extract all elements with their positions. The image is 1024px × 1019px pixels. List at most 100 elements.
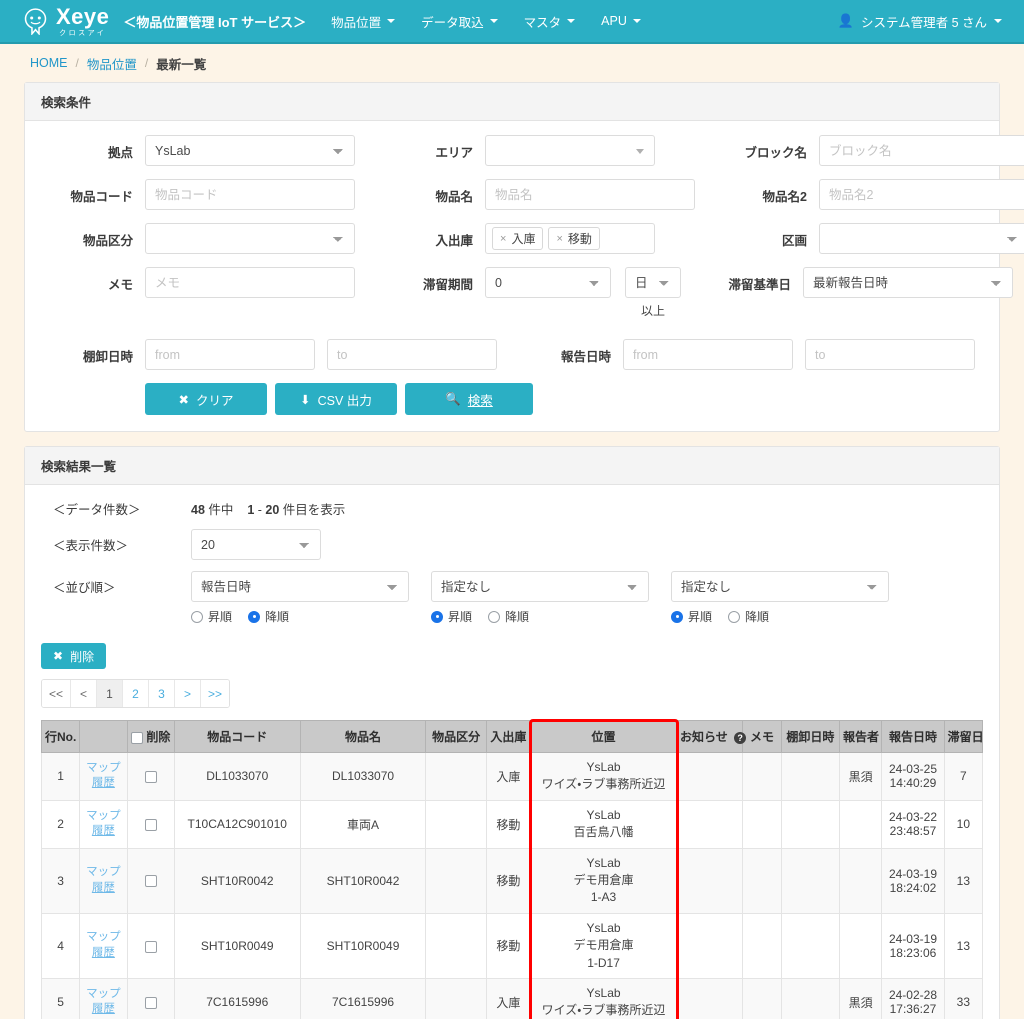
history-link[interactable]: 履歴 bbox=[84, 881, 122, 897]
history-link[interactable]: 履歴 bbox=[84, 824, 122, 840]
tairyu-note: 以上 bbox=[625, 302, 681, 319]
sort-group-3: 指定なし 昇順 降順 bbox=[671, 571, 889, 625]
download-icon: ⬇ bbox=[300, 392, 310, 407]
cell-actions: マップ 履歴 bbox=[80, 848, 127, 913]
field-code: 物品コード bbox=[41, 179, 355, 210]
tairyu-value-select[interactable]: 0 bbox=[485, 267, 611, 298]
kukaku-select[interactable] bbox=[819, 223, 1024, 254]
kubun-label: 物品区分 bbox=[41, 223, 133, 249]
user-menu[interactable]: 👤 システム管理者 5 さん bbox=[832, 6, 1008, 37]
map-link[interactable]: マップ bbox=[84, 865, 122, 881]
houkoku-to-input[interactable] bbox=[805, 339, 975, 370]
cell-report-date: 24-03-19 18:24:02 bbox=[882, 848, 944, 913]
row-checkbox[interactable] bbox=[145, 771, 157, 783]
row-checkbox[interactable] bbox=[145, 819, 157, 831]
page-first[interactable]: << bbox=[42, 680, 71, 707]
csv-export-button[interactable]: ⬇ CSV 出力 bbox=[275, 383, 397, 415]
chevron-down-icon bbox=[567, 19, 575, 23]
area-select[interactable] bbox=[485, 135, 655, 166]
sort-desc-radio-2[interactable]: 降順 bbox=[488, 608, 529, 625]
sort-field-select-3[interactable]: 指定なし bbox=[671, 571, 889, 602]
per-page-select[interactable]: 20 bbox=[191, 529, 321, 560]
history-link[interactable]: 履歴 bbox=[84, 776, 122, 792]
cell-report-date: 24-02-28 17:36:27 bbox=[882, 978, 944, 1019]
col-tairyu: 滞留日 bbox=[944, 721, 982, 753]
map-link[interactable]: マップ bbox=[84, 987, 122, 1003]
sort-desc-radio-1[interactable]: 降順 bbox=[248, 608, 289, 625]
map-link[interactable]: マップ bbox=[84, 761, 122, 777]
cell-code: T10CA12C901010 bbox=[174, 800, 300, 848]
memo-input[interactable] bbox=[145, 267, 355, 298]
tanaoroshi-from-input[interactable] bbox=[145, 339, 315, 370]
nav-item-master[interactable]: マスタ bbox=[513, 6, 587, 37]
tairyu-unit-select[interactable]: 日 bbox=[625, 267, 681, 298]
sort-field-select-1[interactable]: 報告日時 bbox=[191, 571, 409, 602]
cell-kubun bbox=[426, 913, 486, 978]
nav-item-apu[interactable]: APU bbox=[590, 8, 652, 34]
name-input[interactable] bbox=[485, 179, 695, 210]
history-link[interactable]: 履歴 bbox=[84, 1002, 122, 1018]
question-mark-icon[interactable]: ? bbox=[734, 732, 746, 744]
tairyu-kijunbi-select[interactable]: 最新報告日時 bbox=[803, 267, 1013, 298]
search-button[interactable]: 🔍 検索 bbox=[405, 383, 533, 415]
cell-location: YsLab デモ用倉庫 1-A3 bbox=[531, 848, 677, 913]
tag-remove-icon[interactable]: × bbox=[556, 233, 562, 245]
page-last[interactable]: >> bbox=[201, 680, 229, 707]
code-input[interactable] bbox=[145, 179, 355, 210]
row-checkbox[interactable] bbox=[145, 997, 157, 1009]
report-date-time: 23:48:57 bbox=[886, 824, 939, 838]
tag-nyuko[interactable]: × 入庫 bbox=[492, 227, 543, 250]
tag-label: 移動 bbox=[568, 230, 592, 247]
sort-group-1: 報告日時 昇順 降順 bbox=[191, 571, 409, 625]
sort-asc-radio-2[interactable]: 昇順 bbox=[431, 608, 472, 625]
field-kukaku: 区画 bbox=[725, 223, 1024, 254]
history-link[interactable]: 履歴 bbox=[84, 946, 122, 962]
field-memo: メモ bbox=[41, 267, 355, 298]
field-kubun: 物品区分 bbox=[41, 223, 355, 254]
cell-memo bbox=[743, 848, 781, 913]
report-date-time: 17:36:27 bbox=[886, 1002, 939, 1016]
select-all-checkbox[interactable] bbox=[131, 732, 143, 744]
location-line: デモ用倉庫 bbox=[535, 872, 672, 889]
tag-idou[interactable]: × 移動 bbox=[548, 227, 599, 250]
map-link[interactable]: マップ bbox=[84, 809, 122, 825]
houkoku-from-input[interactable] bbox=[623, 339, 793, 370]
map-link[interactable]: マップ bbox=[84, 930, 122, 946]
brand-logo[interactable]: Xeye クロスアイ bbox=[22, 6, 109, 37]
page-next[interactable]: > bbox=[175, 680, 201, 707]
kyoten-select[interactable]: YsLab bbox=[145, 135, 355, 166]
cell-row-no: 3 bbox=[42, 848, 80, 913]
cell-tanaoroshi bbox=[781, 978, 839, 1019]
nyushutsuko-tag-input[interactable]: × 入庫 × 移動 bbox=[485, 223, 655, 254]
location-line: YsLab bbox=[535, 985, 672, 1002]
nav-item-buppin-ichi[interactable]: 物品位置 bbox=[320, 6, 406, 37]
page-3[interactable]: 3 bbox=[149, 680, 175, 707]
kubun-select[interactable] bbox=[145, 223, 355, 254]
row-checkbox[interactable] bbox=[145, 941, 157, 953]
name2-input[interactable] bbox=[819, 179, 1024, 210]
col-memo: メモ bbox=[743, 721, 781, 753]
block-input[interactable] bbox=[819, 135, 1024, 166]
tag-label: 入庫 bbox=[511, 230, 535, 247]
cell-memo bbox=[743, 753, 781, 801]
tag-remove-icon[interactable]: × bbox=[500, 233, 506, 245]
clear-button[interactable]: ✖ クリア bbox=[145, 383, 267, 415]
nav-item-data-torikomi[interactable]: データ取込 bbox=[410, 6, 509, 37]
tanaoroshi-to-input[interactable] bbox=[327, 339, 497, 370]
page-prev[interactable]: < bbox=[71, 680, 97, 707]
cell-kubun bbox=[426, 800, 486, 848]
cell-row-no: 2 bbox=[42, 800, 80, 848]
page-1[interactable]: 1 bbox=[97, 680, 123, 707]
sort-field-select-2[interactable]: 指定なし bbox=[431, 571, 649, 602]
row-checkbox[interactable] bbox=[145, 875, 157, 887]
breadcrumb-item-home[interactable]: HOME bbox=[30, 56, 68, 70]
count-unit: 件中 bbox=[208, 503, 233, 517]
sort-desc-radio-3[interactable]: 降順 bbox=[728, 608, 769, 625]
radio-label: 降順 bbox=[505, 608, 529, 625]
cell-oshirase bbox=[677, 753, 743, 801]
sort-asc-radio-3[interactable]: 昇順 bbox=[671, 608, 712, 625]
breadcrumb-item-buppin-ichi[interactable]: 物品位置 bbox=[87, 54, 137, 73]
sort-asc-radio-1[interactable]: 昇順 bbox=[191, 608, 232, 625]
delete-button[interactable]: ✖ 削除 bbox=[41, 643, 106, 669]
page-2[interactable]: 2 bbox=[123, 680, 149, 707]
